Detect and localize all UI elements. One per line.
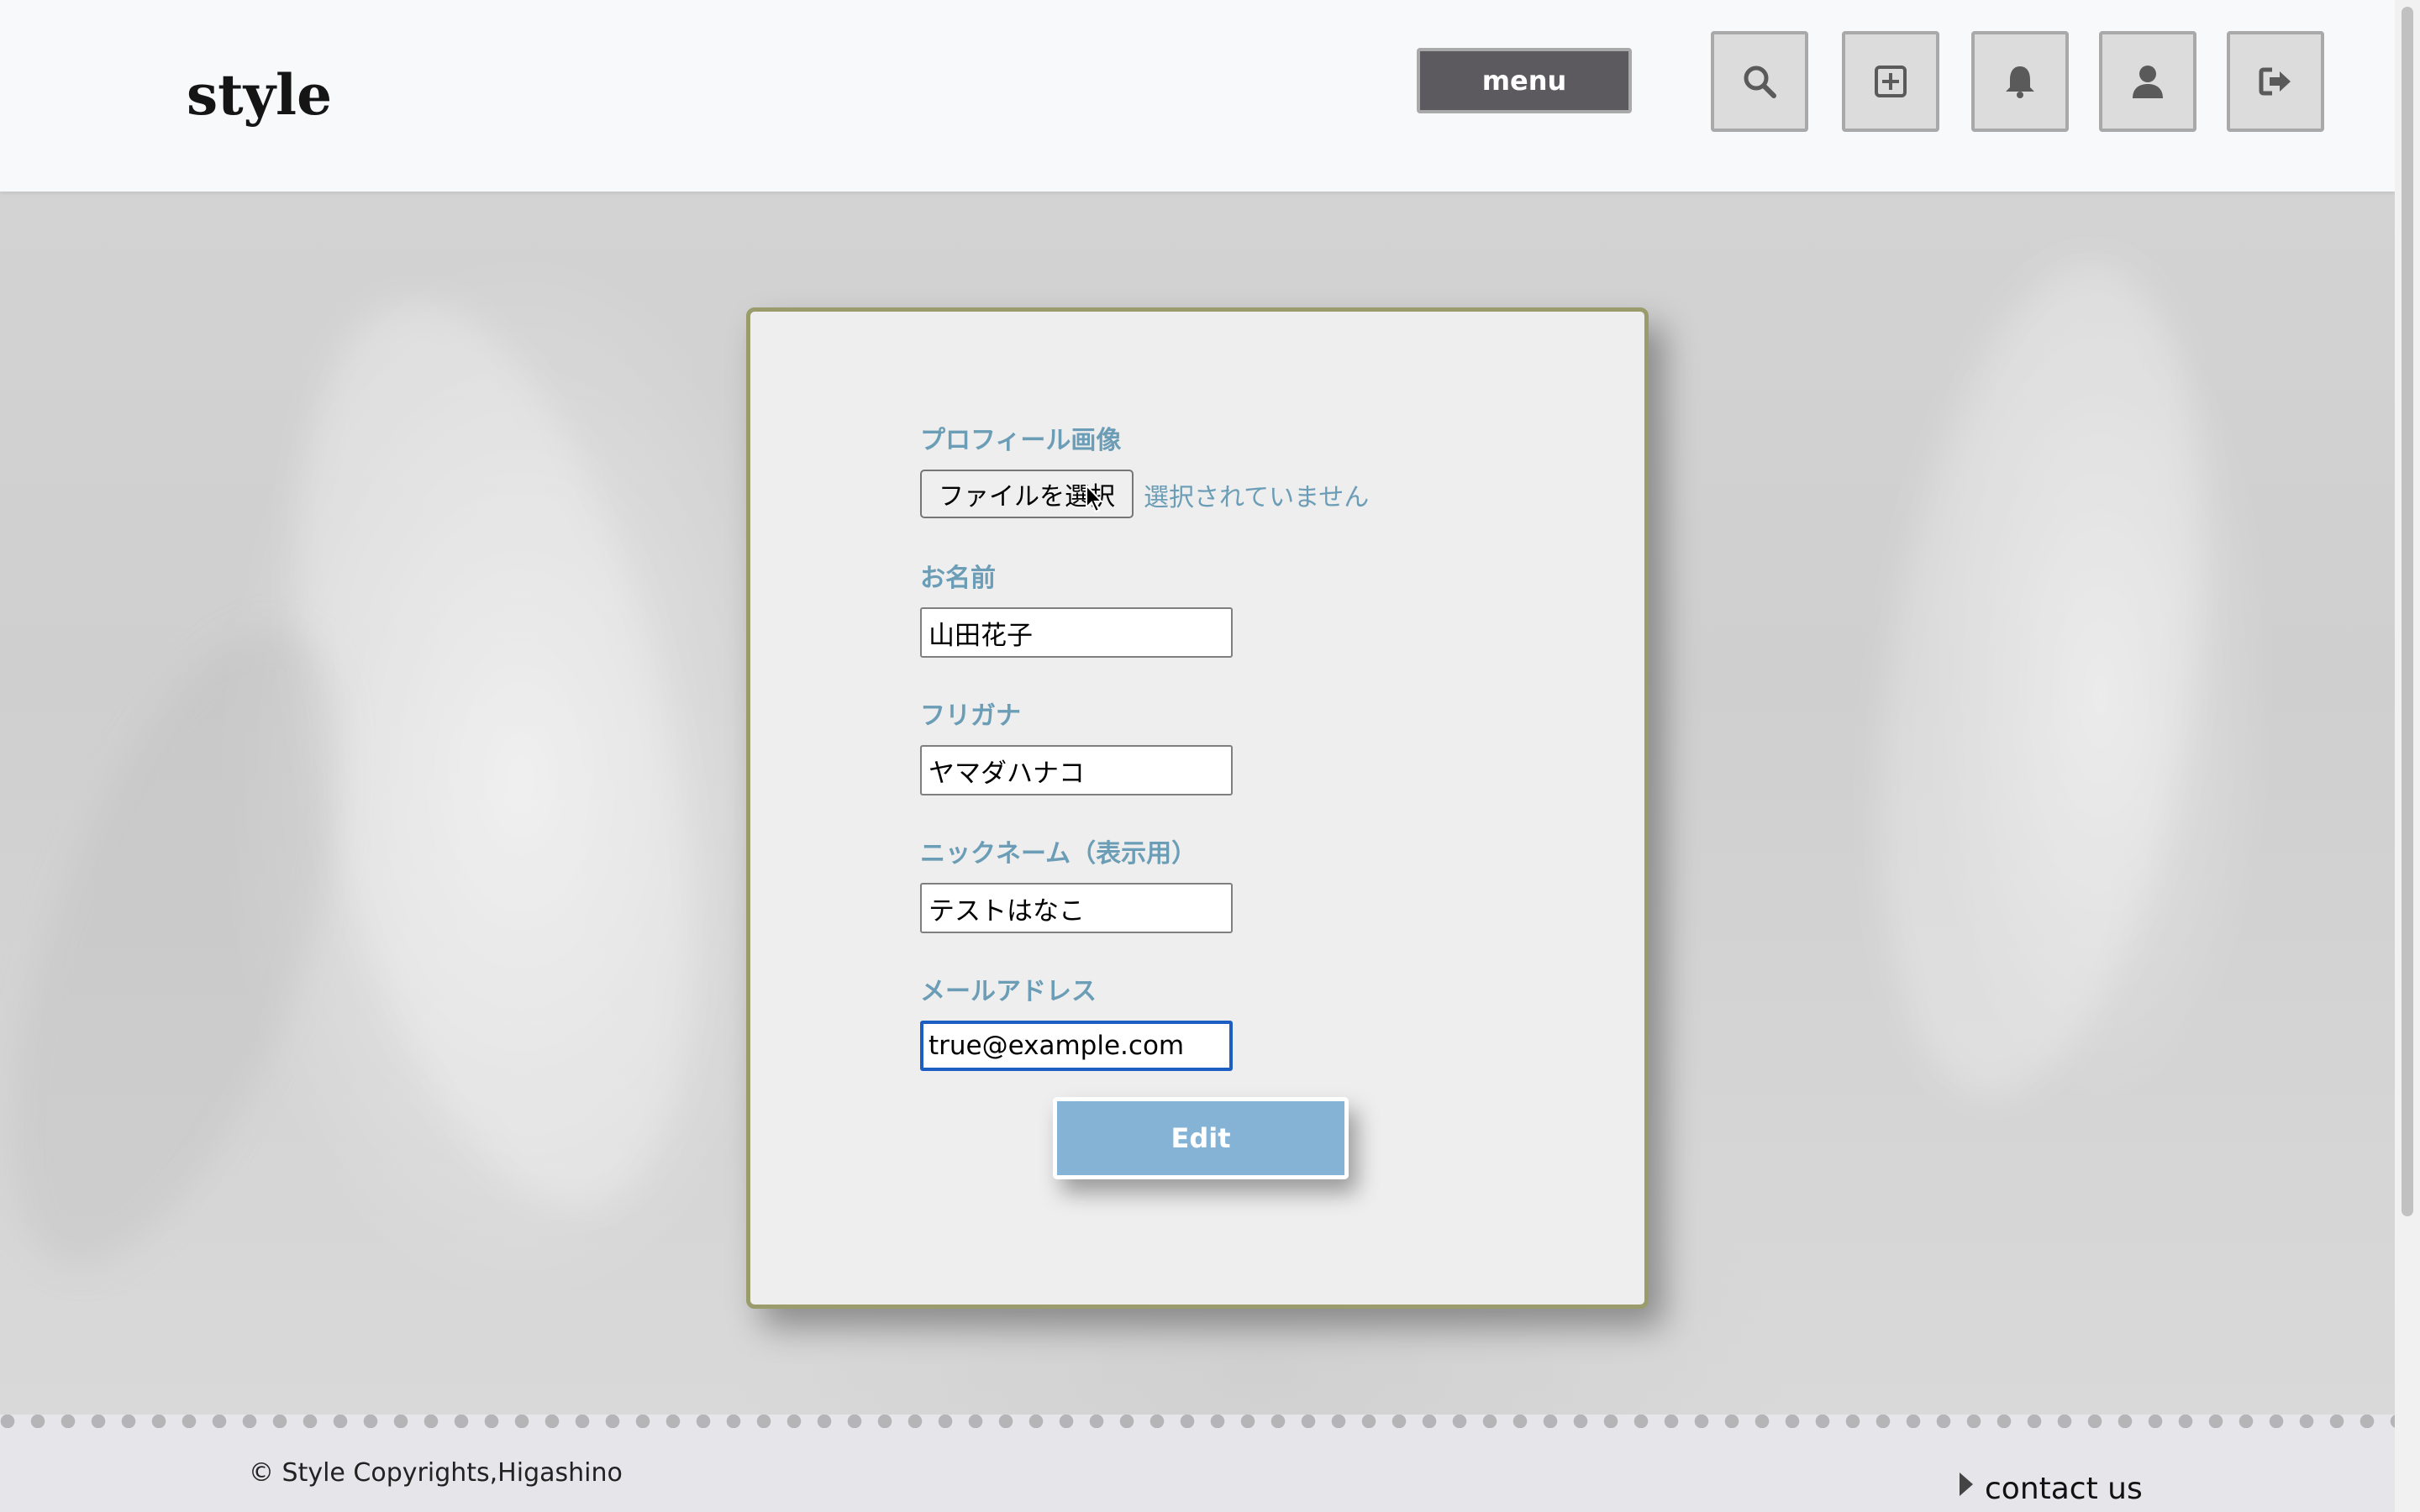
edit-submit-button[interactable]: Edit [1053,1097,1349,1179]
caret-right-icon [1960,1472,1973,1496]
contact-link-label[interactable]: contact us [1985,1472,2143,1506]
nickname-input[interactable]: テストはなこ [920,883,1233,933]
footer-dotted-border [0,1415,2395,1428]
file-status-text: 選択されていません [1144,483,1370,512]
add-post-icon [1875,66,1907,97]
email-input[interactable]: true@example.com [920,1021,1233,1071]
email-label: メールアドレス [920,977,1097,1006]
profile-edit-form: プロフィール画像 ファイルを選択 選択されていません お名前 山田花子 フリガナ… [746,307,1649,1309]
menu-button[interactable]: menu [1417,48,1632,113]
page-scrollbar[interactable] [2395,0,2420,1512]
contact-link[interactable]: contact us [1960,1472,2143,1506]
header: style menu [0,0,2395,192]
nickname-label: ニックネーム（表示用） [920,839,1197,869]
profile-button[interactable] [2099,31,2196,132]
search-icon [1744,66,1776,98]
search-button[interactable] [1711,31,1808,132]
logout-button[interactable] [2227,31,2324,132]
copyright-text: © Style Copyrights,Higashino [249,1458,623,1488]
bell-icon [2006,66,2034,98]
add-post-button[interactable] [1842,31,1939,132]
notification-button[interactable] [1971,31,2069,132]
furigana-input[interactable]: ヤマダハナコ [920,745,1233,795]
profile-image-label: プロフィール画像 [920,426,1122,455]
logout-icon [2259,67,2291,96]
site-logo[interactable]: style [187,62,332,128]
name-label: お名前 [920,564,996,593]
mouse-cursor-icon [1086,484,1104,513]
furigana-label: フリガナ [920,701,1021,731]
name-input[interactable]: 山田花子 [920,607,1233,658]
scrollbar-thumb[interactable] [2402,7,2413,1216]
footer: © Style Copyrights,Higashino contact us [0,1415,2395,1512]
user-icon [2133,66,2163,98]
